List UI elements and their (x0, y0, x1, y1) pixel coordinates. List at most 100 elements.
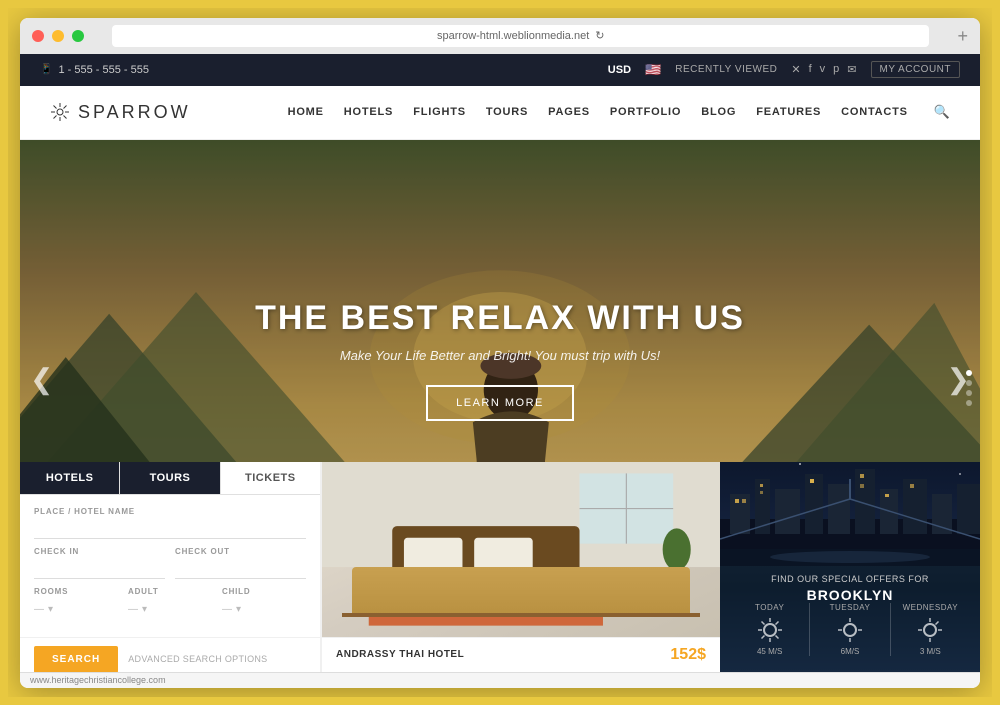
logo-text: SPARROW (78, 102, 191, 123)
child-value: — (222, 604, 232, 615)
twitter-icon[interactable]: ✕ (791, 63, 800, 76)
dot-3[interactable] (966, 390, 972, 396)
nav-flights[interactable]: FLIGHTS (413, 106, 466, 118)
hotel-name: ANDRASSY THAI HOTEL (336, 649, 464, 660)
child-select[interactable]: — ▾ (222, 604, 241, 615)
hotel-card: ANDRASSY THAI HOTEL 152$ (320, 462, 720, 672)
child-chevron: ▾ (236, 604, 241, 615)
close-button[interactable] (32, 30, 44, 42)
tab-tours[interactable]: TOURS (120, 462, 220, 494)
social-icons: ✕ f v p ✉ (791, 63, 856, 76)
place-input[interactable] (34, 521, 306, 539)
nav-pages[interactable]: PAGES (548, 106, 590, 118)
search-widget: HOTELS TOURS TICKETS PLACE / HOTEL NAME … (20, 462, 320, 672)
nav-home[interactable]: HOME (288, 106, 324, 118)
weather-today-name: TODAY (730, 603, 809, 612)
rooms-value: — (34, 604, 44, 615)
search-tabs: HOTELS TOURS TICKETS (20, 462, 320, 495)
hotel-price: 152$ (670, 646, 706, 664)
phone-number: 1 - 555 - 555 - 555 (58, 64, 149, 76)
wednesday-wind: 3 M/S (891, 647, 970, 656)
search-icon[interactable]: 🔍 (934, 104, 950, 120)
facebook-icon[interactable]: f (809, 63, 812, 76)
wednesday-weather-icon (916, 616, 944, 644)
checkout-label: CHECK OUT (175, 547, 306, 556)
hotel-image (322, 462, 720, 637)
recently-viewed-link[interactable]: RECENTLY VIEWED (675, 64, 777, 75)
carousel-dots (966, 370, 972, 406)
adult-label: ADULT (128, 587, 212, 596)
today-wind: 45 M/S (730, 647, 809, 656)
url-text: sparrow-html.weblionmedia.net (437, 30, 589, 42)
weather-tuesday: TUESDAY (810, 603, 889, 656)
nav-features[interactable]: FEATURES (756, 106, 821, 118)
place-label: PLACE / HOTEL NAME (34, 507, 306, 516)
nav-bar: SPARROW HOME HOTELS FLIGHTS TOURS PAGES … (20, 86, 980, 140)
logo[interactable]: SPARROW (50, 102, 191, 123)
child-label: CHILD (222, 587, 306, 596)
rooms-chevron: ▾ (48, 604, 53, 615)
email-icon[interactable]: ✉ (847, 63, 856, 76)
browser-window: sparrow-html.weblionmedia.net ↻ + 📱 1 - … (20, 18, 980, 688)
dot-1[interactable] (966, 370, 972, 376)
hero-subtitle: Make Your Life Better and Bright! You mu… (20, 348, 980, 363)
bottom-cards: HOTELS TOURS TICKETS PLACE / HOTEL NAME … (20, 462, 980, 672)
browser-chrome: sparrow-html.weblionmedia.net ↻ + (20, 18, 980, 54)
nav-links: HOME HOTELS FLIGHTS TOURS PAGES PORTFOLI… (288, 104, 950, 120)
weather-city-image (720, 462, 980, 566)
url-bar[interactable]: sparrow-html.weblionmedia.net ↻ (112, 25, 929, 47)
weather-card: FIND OUR SPECIAL OFFERS FOR BROOKLYN TOD… (720, 462, 980, 672)
place-field-group: PLACE / HOTEL NAME (34, 507, 306, 539)
currency-selector[interactable]: USD (608, 64, 631, 76)
weather-days: TODAY (730, 603, 970, 656)
pinterest-icon[interactable]: p (833, 63, 839, 76)
tab-hotels[interactable]: HOTELS (20, 462, 120, 494)
checkout-group: CHECK OUT (175, 547, 306, 579)
logo-icon (50, 102, 70, 122)
tab-tickets[interactable]: TICKETS (221, 462, 320, 494)
phone-icon: 📱 (40, 64, 52, 75)
nav-contacts[interactable]: CONTACTS (841, 106, 908, 118)
advanced-search-link[interactable]: ADVANCED SEARCH OPTIONS (128, 654, 267, 664)
top-bar-right: USD 🇺🇸 RECENTLY VIEWED ✕ f v p ✉ MY ACCO… (608, 61, 960, 78)
rooms-select[interactable]: — ▾ (34, 604, 53, 615)
search-form: PLACE / HOTEL NAME CHECK IN CHECK OUT (20, 495, 320, 637)
status-bar: www.heritagechristiancollege.com (20, 672, 980, 688)
my-account-button[interactable]: MY ACCOUNT (871, 61, 961, 78)
hero-section: THE BEST RELAX WITH US Make Your Life Be… (20, 140, 980, 672)
maximize-button[interactable] (72, 30, 84, 42)
new-tab-button[interactable]: + (957, 27, 968, 45)
dot-4[interactable] (966, 400, 972, 406)
refresh-icon[interactable]: ↻ (595, 29, 604, 42)
minimize-button[interactable] (52, 30, 64, 42)
rooms-label: ROOMS (34, 587, 118, 596)
adult-group: ADULT — ▾ (128, 587, 212, 617)
adult-chevron: ▾ (142, 604, 147, 615)
nav-tours[interactable]: TOURS (486, 106, 528, 118)
guests-row: ROOMS — ▾ ADULT — ▾ (34, 587, 306, 625)
weather-city-name: BROOKLYN (730, 587, 970, 603)
weather-wednesday-name: WEDNESDAY (891, 603, 970, 612)
search-button[interactable]: SEARCH (34, 646, 118, 672)
search-bottom: SEARCH ADVANCED SEARCH OPTIONS (20, 637, 320, 672)
adult-select[interactable]: — ▾ (128, 604, 147, 615)
dot-2[interactable] (966, 380, 972, 386)
website-content: 📱 1 - 555 - 555 - 555 USD 🇺🇸 RECENTLY VI… (20, 54, 980, 688)
flag-icon: 🇺🇸 (645, 62, 661, 78)
weather-wednesday: WEDNESDAY (891, 603, 970, 656)
checkout-input[interactable] (175, 561, 306, 579)
hero-content: THE BEST RELAX WITH US Make Your Life Be… (20, 299, 980, 421)
hotel-info: ANDRASSY THAI HOTEL 152$ (322, 637, 720, 672)
vimeo-icon[interactable]: v (820, 63, 826, 76)
nav-hotels[interactable]: HOTELS (344, 106, 393, 118)
weather-today: TODAY (730, 603, 809, 656)
carousel-prev-button[interactable]: ❮ (30, 362, 53, 395)
today-weather-icon (756, 616, 784, 644)
weather-tuesday-name: TUESDAY (810, 603, 889, 612)
nav-portfolio[interactable]: PORTFOLIO (610, 106, 681, 118)
rooms-group: ROOMS — ▾ (34, 587, 118, 617)
weather-find-label: FIND OUR SPECIAL OFFERS FOR (730, 574, 970, 584)
checkin-input[interactable] (34, 561, 165, 579)
learn-more-button[interactable]: LEARN MORE (426, 385, 574, 421)
nav-blog[interactable]: BLOG (701, 106, 736, 118)
